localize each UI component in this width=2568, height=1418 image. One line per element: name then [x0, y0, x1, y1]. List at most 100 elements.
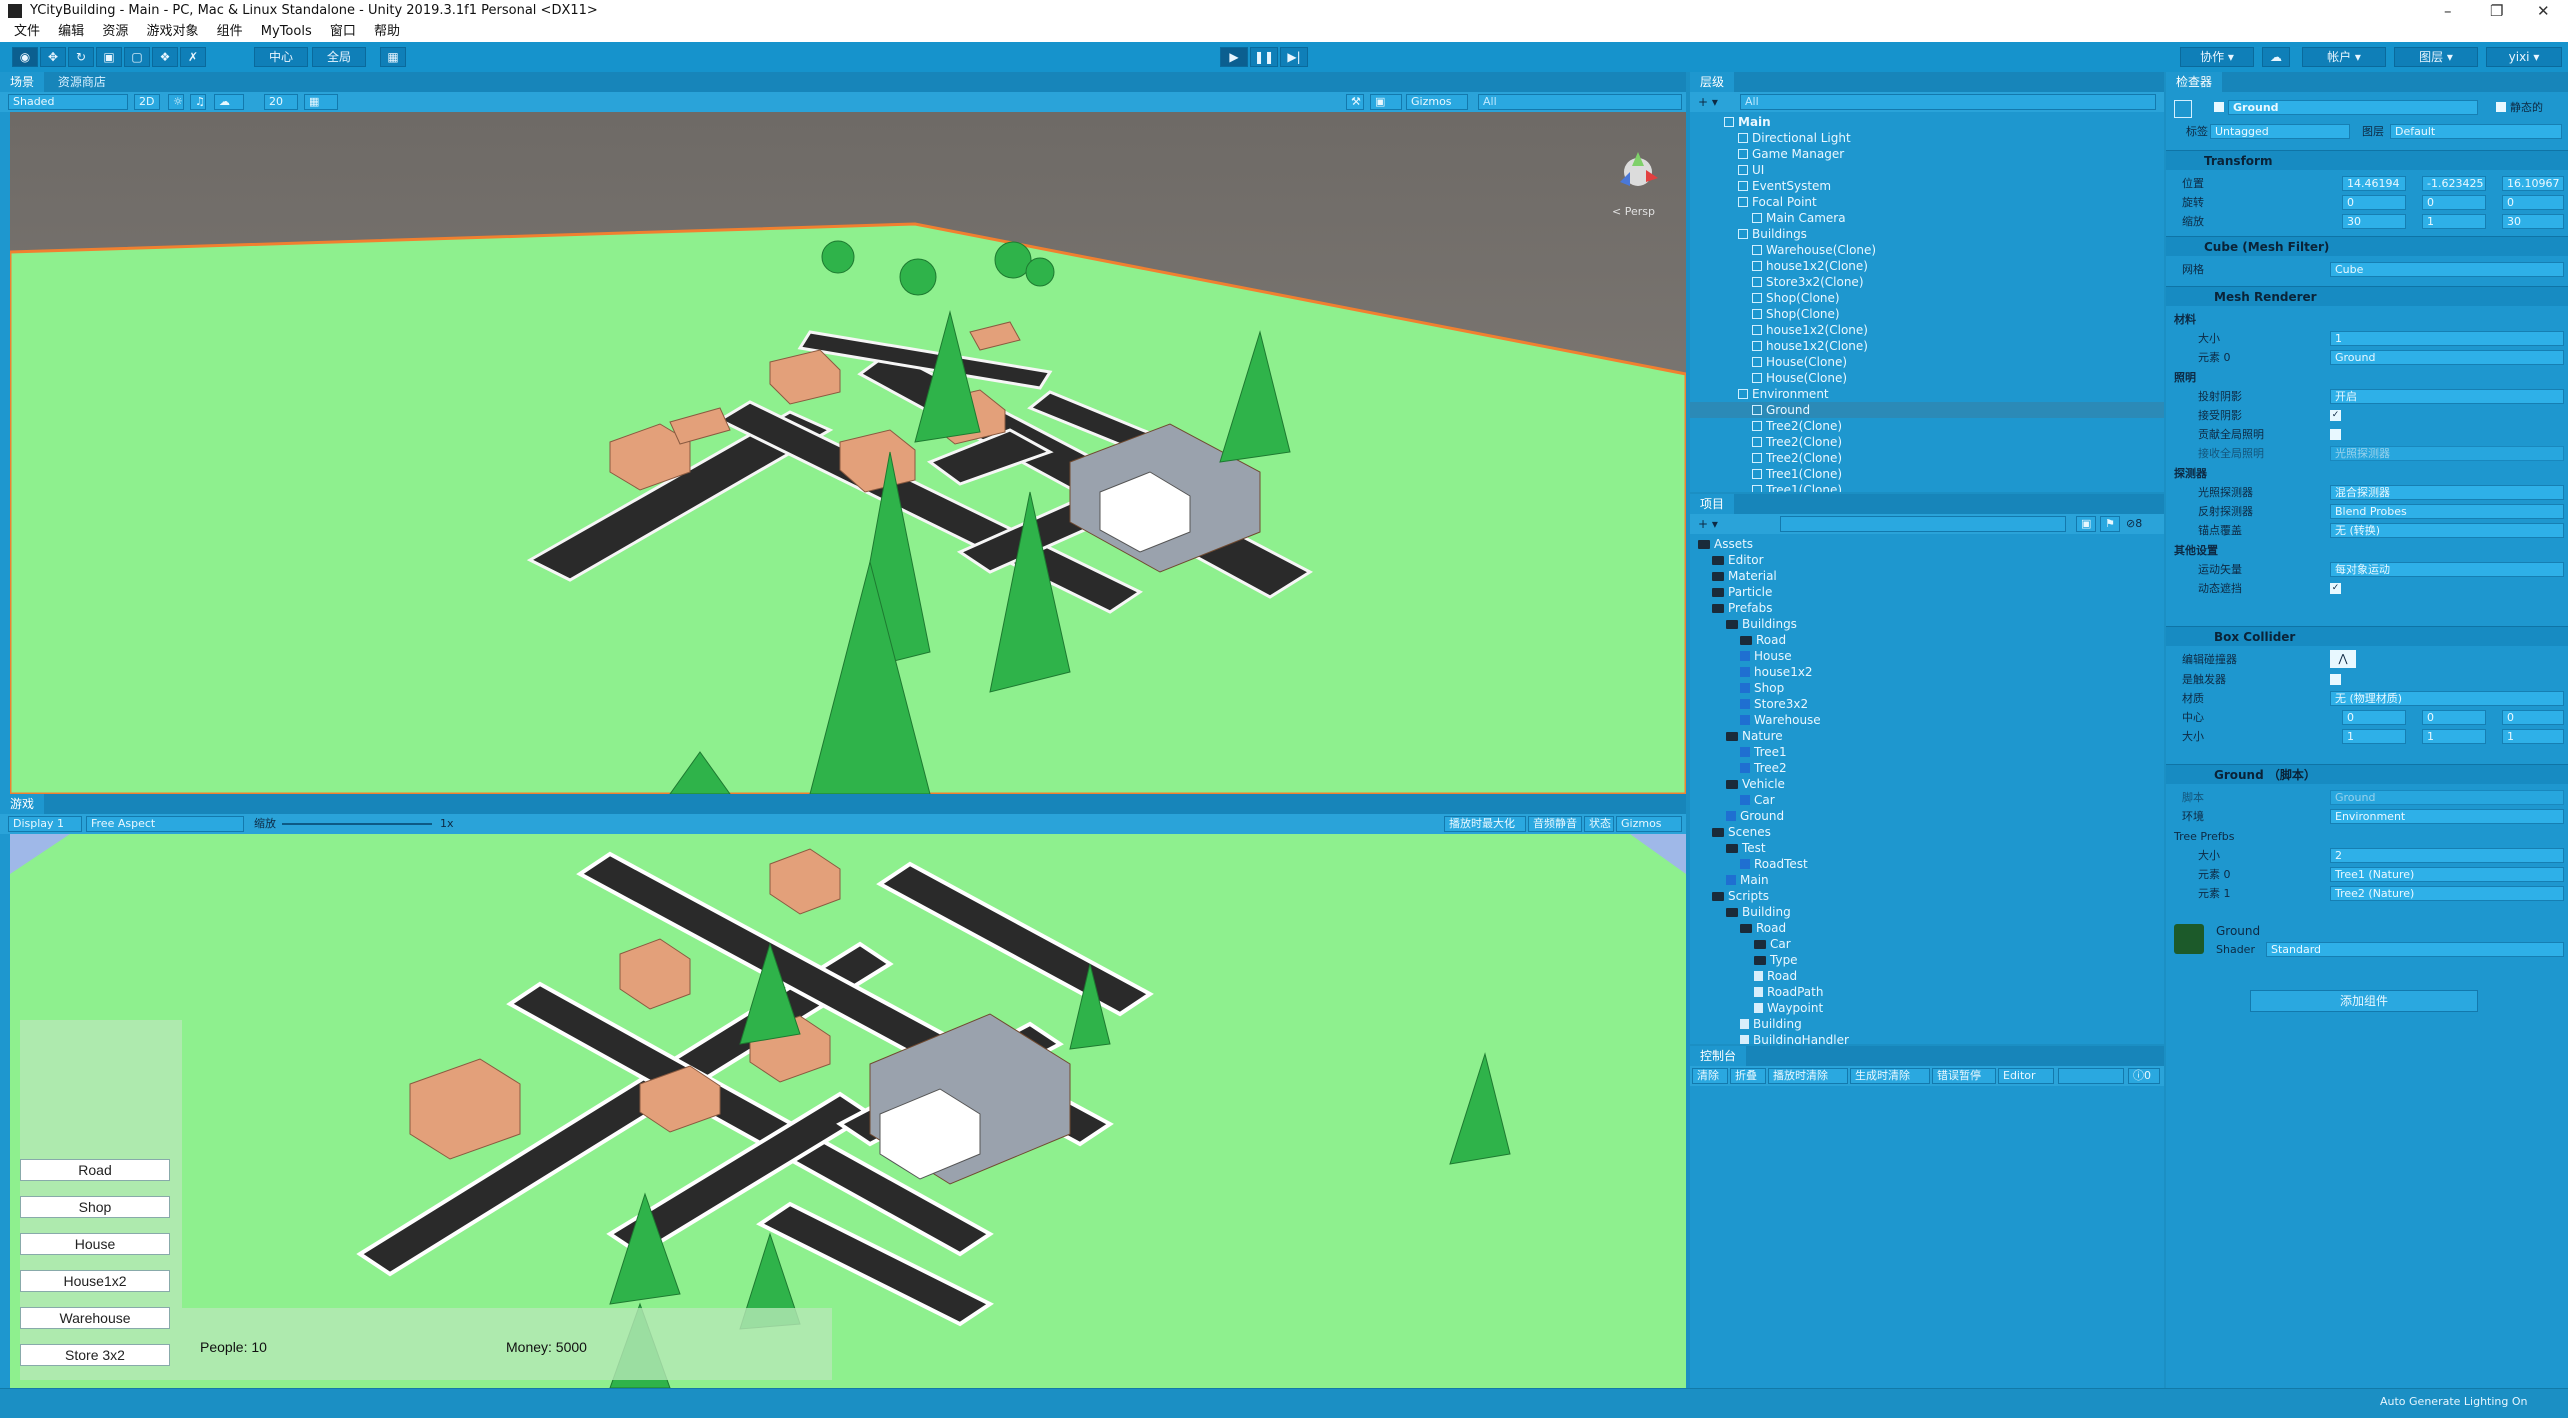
project-item[interactable]: BuildingHandler	[1690, 1032, 2164, 1044]
hierarchy-item[interactable]: Game Manager	[1690, 146, 2164, 162]
game-gizmos-dropdown[interactable]: Gizmos	[1616, 816, 1682, 832]
scene-search-input[interactable]: All	[1478, 94, 1682, 110]
hierarchy-search-input[interactable]: All	[1740, 94, 2156, 110]
maximize-icon[interactable]: ❐	[2490, 0, 2503, 22]
hierarchy-item[interactable]: Warehouse(Clone)	[1690, 242, 2164, 258]
layout-dropdown[interactable]: yixi ▾	[2486, 47, 2562, 67]
hierarchy-item[interactable]: UI	[1690, 162, 2164, 178]
scale-x-field[interactable]: 30	[2342, 214, 2406, 229]
rotate-tool-icon[interactable]: ↻	[68, 47, 94, 67]
project-create-plus-icon[interactable]: + ▾	[1698, 514, 1718, 534]
pivot-toggle[interactable]: 中心	[254, 47, 308, 67]
rotation-x-field[interactable]: 0	[2342, 195, 2406, 210]
custom-tool-icon[interactable]: ✗	[180, 47, 206, 67]
physic-material-field[interactable]: 无 (物理材质)	[2330, 691, 2564, 706]
step-button[interactable]: ▶|	[1280, 47, 1308, 67]
scale-z-field[interactable]: 30	[2502, 214, 2564, 229]
build-shop-button[interactable]: Shop	[20, 1196, 170, 1218]
mesh-filter-header[interactable]: Cube (Mesh Filter)	[2166, 236, 2568, 256]
project-item[interactable]: Car	[1690, 936, 2164, 952]
box-collider-header[interactable]: Box Collider	[2166, 626, 2568, 646]
tree-prefabs-label[interactable]: Tree Prefbs	[2174, 829, 2235, 844]
is-trigger-checkbox[interactable]	[2330, 674, 2341, 685]
project-item[interactable]: Main	[1690, 872, 2164, 888]
project-item[interactable]: Road	[1690, 968, 2164, 984]
project-item[interactable]: RoadTest	[1690, 856, 2164, 872]
project-item[interactable]: Warehouse	[1690, 712, 2164, 728]
tab-game[interactable]: 游戏	[0, 794, 45, 814]
global-toggle[interactable]: 全局	[312, 47, 366, 67]
materials-size-field[interactable]: 1	[2330, 331, 2564, 346]
cloud-icon[interactable]: ☁	[2262, 47, 2290, 67]
center-x-field[interactable]: 0	[2342, 710, 2406, 725]
project-item[interactable]: Waypoint	[1690, 1000, 2164, 1016]
menu-gameobject[interactable]: 游戏对象	[146, 24, 198, 39]
scale-slider[interactable]	[282, 823, 432, 825]
close-icon[interactable]: ✕	[2537, 0, 2550, 22]
layer-dropdown[interactable]: Default	[2390, 124, 2562, 139]
project-item[interactable]: Buildings	[1690, 616, 2164, 632]
hidden-layers-count[interactable]: 20	[264, 94, 298, 110]
build-house1x2-button[interactable]: House1x2	[20, 1270, 170, 1292]
center-y-field[interactable]: 0	[2422, 710, 2486, 725]
shading-dropdown[interactable]: Shaded	[8, 94, 128, 110]
build-house-button[interactable]: House	[20, 1233, 170, 1255]
menu-assets[interactable]: 资源	[102, 24, 128, 39]
reflection-probes-dropdown[interactable]: Blend Probes	[2330, 504, 2564, 519]
object-name-input[interactable]: Ground	[2228, 100, 2478, 115]
hierarchy-item[interactable]: Tree1(Clone)	[1690, 482, 2164, 492]
tab-hierarchy[interactable]: 层级	[1690, 72, 1735, 92]
build-store3x2-button[interactable]: Store 3x2	[20, 1344, 170, 1366]
project-item[interactable]: Type	[1690, 952, 2164, 968]
tools-icon[interactable]: ⚒	[1346, 94, 1364, 110]
move-tool-icon[interactable]: ✥	[40, 47, 66, 67]
edit-collider-icon[interactable]: ⋀	[2330, 650, 2356, 668]
transform-tool-icon[interactable]: ❖	[152, 47, 178, 67]
console-clear-on-build-button[interactable]: 生成时清除	[1850, 1068, 1930, 1084]
tab-project[interactable]: 项目	[1690, 494, 1735, 514]
hierarchy-item[interactable]: Shop(Clone)	[1690, 306, 2164, 322]
tree-prefabs-size-field[interactable]: 2	[2330, 848, 2564, 863]
cast-shadows-dropdown[interactable]: 开启	[2330, 389, 2564, 404]
static-checkbox[interactable]	[2496, 102, 2506, 112]
hierarchy-item[interactable]: Tree2(Clone)	[1690, 418, 2164, 434]
hierarchy-item[interactable]: Focal Point	[1690, 194, 2164, 210]
tab-console[interactable]: 控制台	[1690, 1046, 1747, 1066]
hierarchy-item[interactable]: Ground	[1690, 402, 2164, 418]
environment-field[interactable]: Environment	[2330, 809, 2564, 824]
menu-component[interactable]: 组件	[217, 24, 243, 39]
audio-toggle-icon[interactable]: ♫	[190, 94, 206, 110]
persp-label[interactable]: < Persp	[1612, 205, 1655, 218]
element0-field[interactable]: Ground	[2330, 350, 2564, 365]
tab-inspector[interactable]: 检查器	[2166, 72, 2223, 92]
transform-header[interactable]: Transform	[2166, 150, 2568, 170]
hierarchy-item[interactable]: Tree1(Clone)	[1690, 466, 2164, 482]
project-item[interactable]: Vehicle	[1690, 776, 2164, 792]
account-dropdown[interactable]: 帐户 ▾	[2302, 47, 2386, 67]
menu-window[interactable]: 窗口	[330, 24, 356, 39]
project-search-input[interactable]	[1780, 516, 2066, 532]
project-item[interactable]: Assets	[1690, 536, 2164, 552]
receive-gi-dropdown[interactable]: 光照探测器	[2330, 446, 2564, 461]
project-item[interactable]: Building	[1690, 1016, 2164, 1032]
camera-icon[interactable]: ▣	[1370, 94, 1402, 110]
hierarchy-item[interactable]: Buildings	[1690, 226, 2164, 242]
project-item[interactable]: Test	[1690, 840, 2164, 856]
project-item[interactable]: Tree1	[1690, 744, 2164, 760]
project-item[interactable]: Road	[1690, 920, 2164, 936]
hierarchy-item[interactable]: Tree2(Clone)	[1690, 434, 2164, 450]
project-item[interactable]: RoadPath	[1690, 984, 2164, 1000]
light-probes-dropdown[interactable]: 混合探测器	[2330, 485, 2564, 500]
aspect-dropdown[interactable]: Free Aspect	[86, 816, 244, 832]
hierarchy-item[interactable]: Store3x2(Clone)	[1690, 274, 2164, 290]
build-warehouse-button[interactable]: Warehouse	[20, 1307, 170, 1329]
dynamic-occlusion-checkbox[interactable]: ✓	[2330, 583, 2341, 594]
size-x-field[interactable]: 1	[2342, 729, 2406, 744]
scale-y-field[interactable]: 1	[2422, 214, 2486, 229]
shader-dropdown[interactable]: Standard	[2266, 942, 2564, 957]
filter-label-icon[interactable]: ⚑	[2100, 516, 2120, 532]
filter-type-icon[interactable]: ▣	[2076, 516, 2096, 532]
tag-dropdown[interactable]: Untagged	[2210, 124, 2350, 139]
project-item[interactable]: Ground	[1690, 808, 2164, 824]
project-item[interactable]: Building	[1690, 904, 2164, 920]
